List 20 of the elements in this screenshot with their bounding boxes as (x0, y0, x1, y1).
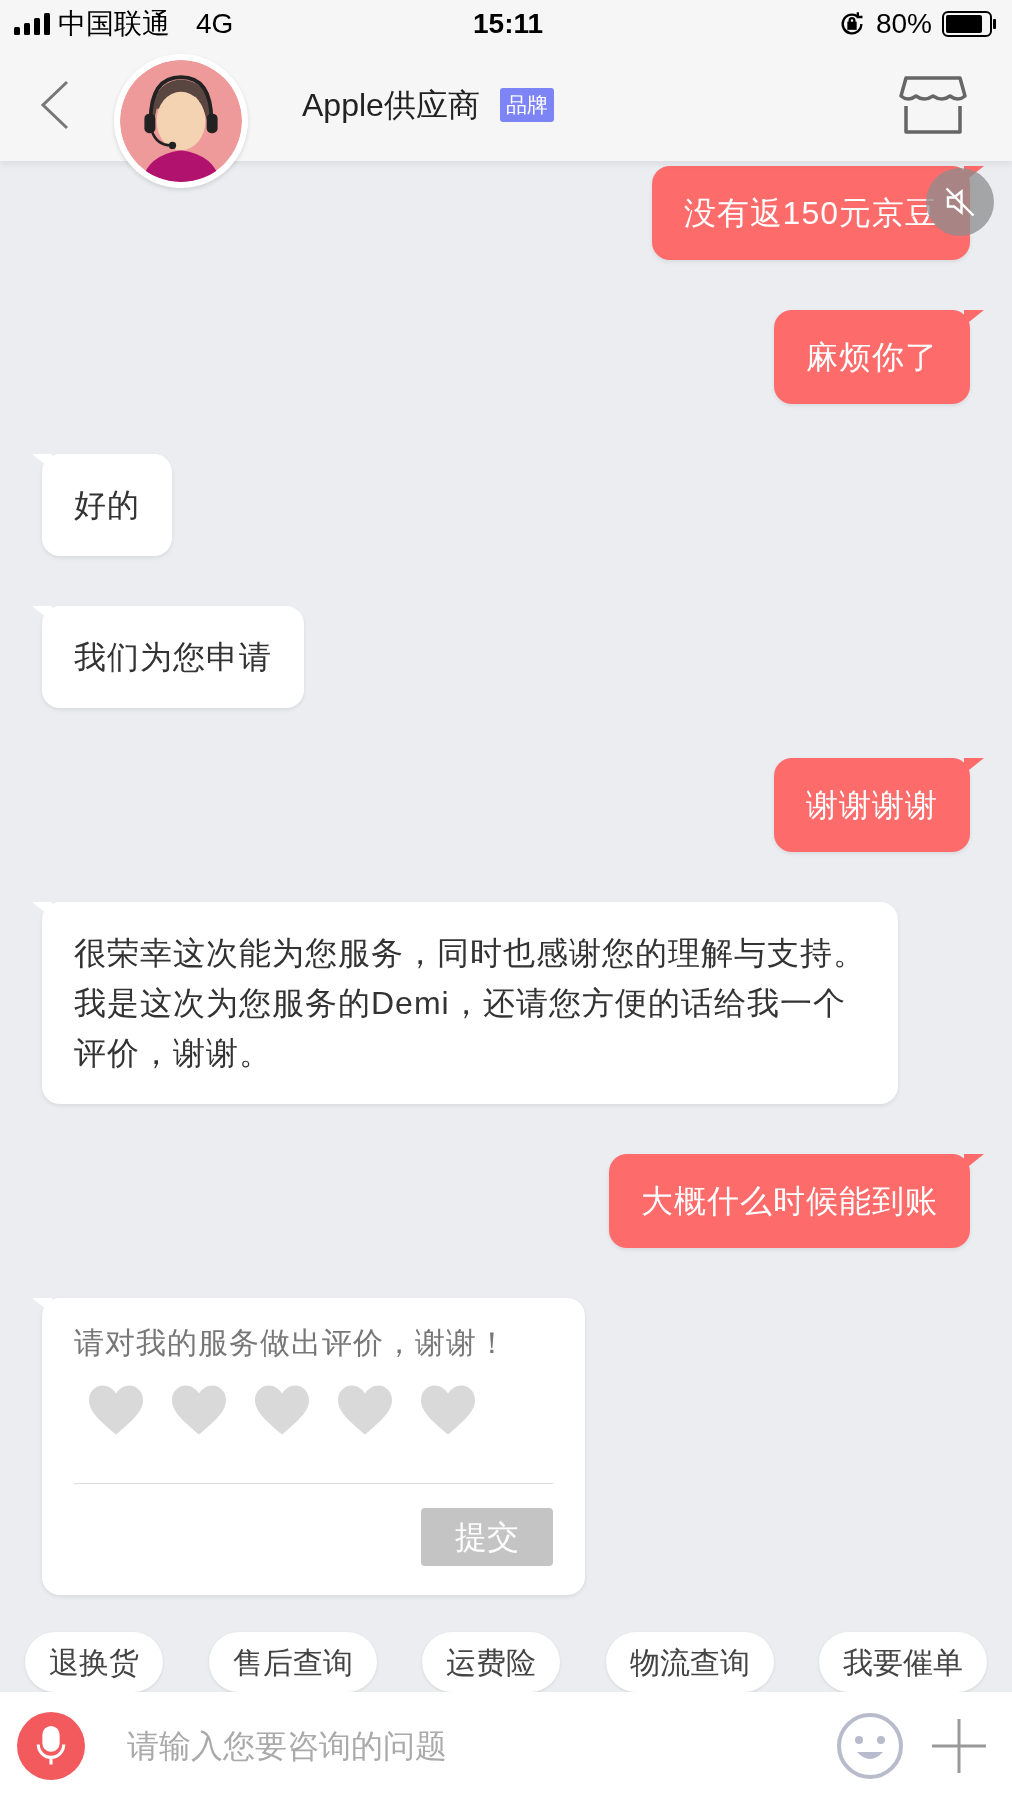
quick-reply-chip[interactable]: 售后查询 (208, 1632, 377, 1693)
rating-prompt: 请对我的服务做出评价，谢谢！ (74, 1325, 509, 1362)
quick-reply-chip[interactable]: 物流查询 (605, 1632, 774, 1693)
back-icon[interactable] (40, 80, 70, 131)
message-input[interactable]: 请输入您要咨询的问题 (127, 1722, 836, 1771)
input-bar[interactable]: 请输入您要咨询的问题 (0, 1692, 1012, 1800)
battery-percent: 80% (875, 7, 932, 42)
store-icon[interactable] (898, 74, 968, 137)
emoji-icon[interactable] (836, 1712, 904, 1781)
carrier-name: 中国联通 (58, 7, 170, 42)
microphone-icon (34, 1726, 68, 1767)
quick-reply-chip[interactable]: 运费险 (422, 1632, 560, 1693)
clock-time: 15:11 (473, 7, 544, 42)
quick-reply-chip[interactable]: 我要催单 (819, 1632, 987, 1693)
chat-title: Apple供应商 (302, 86, 480, 126)
quick-reply-chip[interactable]: 退换货 (25, 1632, 163, 1693)
battery-icon (942, 11, 998, 38)
network-type: 4G (196, 7, 234, 42)
plus-icon[interactable] (932, 1719, 986, 1774)
brand-badge: 品牌 (499, 88, 554, 122)
